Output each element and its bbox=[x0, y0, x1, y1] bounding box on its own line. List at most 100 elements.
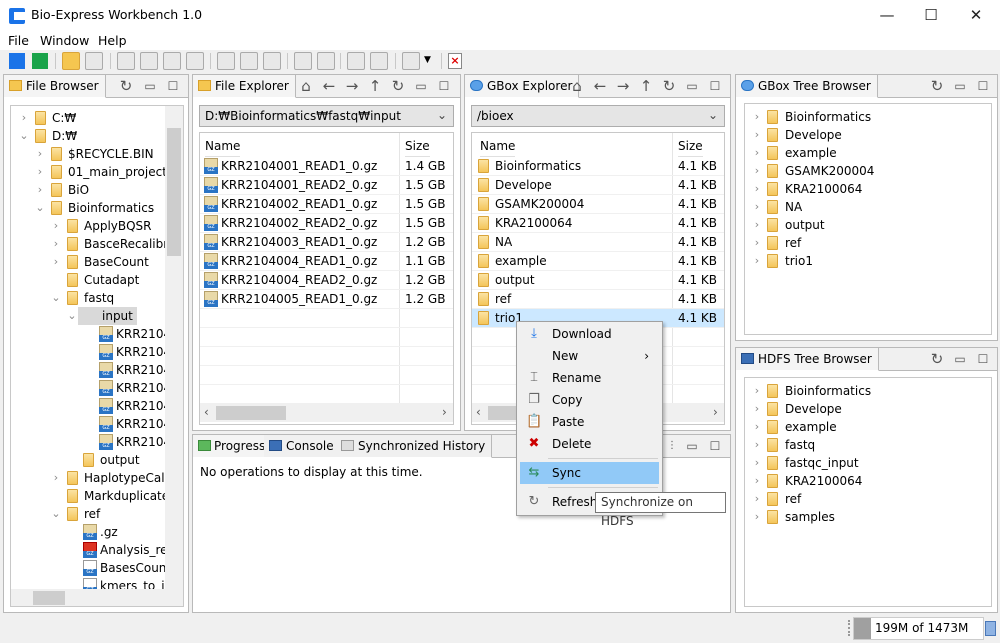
view-menu-icon[interactable]: ⋮ bbox=[663, 437, 681, 455]
chevron-right-icon[interactable]: › bbox=[51, 235, 61, 253]
chevron-right-icon[interactable]: › bbox=[35, 145, 45, 163]
table-row[interactable]: GSAMK200004 4.1 KB bbox=[472, 195, 724, 214]
table-row[interactable]: KRR2104001_READ2_0.gz 1.5 GB bbox=[200, 176, 453, 195]
tree-item[interactable]: ⌄ fastq bbox=[11, 289, 171, 307]
tree-item[interactable]: › fastq bbox=[745, 436, 985, 454]
table-row[interactable]: KRR2104004_READ2_0.gz 1.2 GB bbox=[200, 271, 453, 290]
scroll-right-icon[interactable]: › bbox=[713, 405, 718, 419]
tree-item[interactable]: ⌄ Bioinformatics bbox=[11, 199, 171, 217]
menu-window[interactable]: Window bbox=[40, 33, 89, 48]
chevron-down-icon[interactable]: ⌄ bbox=[35, 199, 45, 217]
garbage-collect-icon[interactable] bbox=[985, 621, 996, 636]
maximize-panel-icon[interactable]: ☐ bbox=[706, 77, 724, 95]
tree-item[interactable]: › samples bbox=[745, 508, 985, 526]
edit-project-icon[interactable] bbox=[85, 52, 103, 70]
bioexpress-icon[interactable] bbox=[9, 53, 25, 69]
maximize-panel-icon[interactable]: ☐ bbox=[706, 437, 724, 455]
table-row[interactable]: KRR2104001_READ1_0.gz 1.4 GB bbox=[200, 157, 453, 176]
chevron-down-icon[interactable]: ⌄ bbox=[51, 289, 61, 307]
table-row[interactable]: KRR2104004_READ1_0.gz 1.1 GB bbox=[200, 252, 453, 271]
export-icon[interactable] bbox=[186, 52, 204, 70]
tree-item[interactable]: › trio1 bbox=[745, 252, 985, 270]
back-icon[interactable]: ← bbox=[591, 77, 609, 95]
chevron-right-icon[interactable]: › bbox=[752, 472, 762, 490]
minimize-panel-icon[interactable]: ▭ bbox=[951, 77, 969, 95]
path-combo[interactable]: /bioex ⌄ bbox=[471, 105, 725, 127]
tree-item[interactable]: › Bioinformatics bbox=[745, 108, 985, 126]
tree-item[interactable]: › example bbox=[745, 418, 985, 436]
tab-file-explorer[interactable]: File Explorer bbox=[193, 75, 296, 98]
chevron-right-icon[interactable]: › bbox=[51, 217, 61, 235]
scroll-right-icon[interactable]: › bbox=[442, 405, 447, 419]
tree-item[interactable]: › KRA2100064 bbox=[745, 180, 985, 198]
tree-item[interactable]: BasesCount bbox=[11, 559, 171, 577]
table-row[interactable]: NA 4.1 KB bbox=[472, 233, 724, 252]
tree-item[interactable]: › BiO bbox=[11, 181, 171, 199]
menu-item-rename[interactable]: ⌶ Rename bbox=[520, 367, 659, 389]
tree-item[interactable]: › 01_main_project bbox=[11, 163, 171, 181]
path-combo[interactable]: D:₩Bioinformatics₩fastq₩input ⌄ bbox=[199, 105, 454, 127]
tree-item[interactable]: › ref bbox=[745, 490, 985, 508]
chevron-right-icon[interactable]: › bbox=[752, 234, 762, 252]
menu-item-copy[interactable]: ❐ Copy bbox=[520, 389, 659, 411]
windows-icon[interactable] bbox=[402, 52, 420, 70]
home-icon[interactable]: ⌂ bbox=[297, 77, 315, 95]
tree-item[interactable]: ⌄ input bbox=[11, 307, 171, 325]
tree-item[interactable]: KRR2104 bbox=[11, 325, 171, 343]
menu-item-sync[interactable]: ⇆ Sync bbox=[520, 462, 659, 484]
tree-item[interactable]: KRR2104 bbox=[11, 379, 171, 397]
chevron-right-icon[interactable]: › bbox=[752, 436, 762, 454]
share-icon[interactable] bbox=[163, 52, 181, 70]
chevron-right-icon[interactable]: › bbox=[51, 469, 61, 487]
minimize-panel-icon[interactable]: ▭ bbox=[683, 77, 701, 95]
menu-help[interactable]: Help bbox=[98, 33, 127, 48]
tree-item[interactable]: Analysis_rep bbox=[11, 541, 175, 559]
table-row[interactable]: KRR2104002_READ2_0.gz 1.5 GB bbox=[200, 214, 453, 233]
chevron-right-icon[interactable]: › bbox=[752, 382, 762, 400]
forward-icon[interactable]: → bbox=[614, 77, 632, 95]
add-node-icon[interactable] bbox=[117, 52, 135, 70]
maximize-panel-icon[interactable]: ☐ bbox=[974, 350, 992, 368]
chevron-right-icon[interactable]: › bbox=[752, 126, 762, 144]
refresh-icon[interactable]: ↻ bbox=[389, 77, 407, 95]
maximize-panel-icon[interactable]: ☐ bbox=[974, 77, 992, 95]
column-header-size[interactable]: Size bbox=[678, 135, 703, 157]
tree-item[interactable]: output bbox=[11, 451, 171, 469]
tree-item[interactable]: Cutadapt bbox=[11, 271, 171, 289]
chevron-right-icon[interactable]: › bbox=[35, 181, 45, 199]
edit-node-icon[interactable] bbox=[140, 52, 158, 70]
maximize-button[interactable]: ☐ bbox=[920, 4, 942, 26]
run-icon[interactable] bbox=[263, 52, 281, 70]
tab-gbox-explorer[interactable]: GBox Explorer bbox=[465, 75, 580, 98]
tree-item[interactable]: › $RECYCLE.BIN bbox=[11, 145, 171, 163]
horizontal-scrollbar[interactable]: ‹ › bbox=[200, 404, 453, 422]
menu-item-new[interactable]: New › bbox=[520, 345, 659, 367]
chevron-down-icon[interactable]: ⌄ bbox=[51, 505, 61, 523]
chevron-right-icon[interactable]: › bbox=[752, 144, 762, 162]
refresh-icon[interactable]: ↻ bbox=[928, 77, 946, 95]
edit-file-icon[interactable] bbox=[370, 52, 388, 70]
scroll-left-icon[interactable]: ‹ bbox=[204, 405, 209, 419]
tree-item[interactable]: ⌄ ref bbox=[11, 505, 171, 523]
tree-item[interactable]: ⌄ D:₩ bbox=[11, 127, 171, 145]
menu-item-delete[interactable]: ✖ Delete bbox=[520, 433, 659, 455]
column-header-name[interactable]: Name bbox=[205, 135, 241, 157]
tree-item[interactable]: › BasceRecalibra bbox=[11, 235, 176, 253]
chevron-right-icon[interactable]: › bbox=[752, 216, 762, 234]
chevron-right-icon[interactable]: › bbox=[752, 400, 762, 418]
refresh-icon[interactable]: ↻ bbox=[660, 77, 678, 95]
tree-item[interactable]: › output bbox=[745, 216, 985, 234]
table-row[interactable]: ref 4.1 KB bbox=[472, 290, 724, 309]
maximize-panel-icon[interactable]: ☐ bbox=[435, 77, 453, 95]
table-row[interactable]: KRA2100064 4.1 KB bbox=[472, 214, 724, 233]
tree-item[interactable]: › C:₩ bbox=[11, 109, 171, 127]
table-row[interactable]: example 4.1 KB bbox=[472, 252, 724, 271]
menu-item-download[interactable]: ⤓ Download bbox=[520, 323, 659, 345]
chevron-down-icon[interactable]: ▼ bbox=[424, 55, 431, 65]
refresh-icon[interactable]: ↻ bbox=[928, 350, 946, 368]
chevron-down-icon[interactable]: ⌄ bbox=[19, 127, 29, 145]
tree-item[interactable]: › BaseCount bbox=[11, 253, 171, 271]
tree-item[interactable]: KRR2104 bbox=[11, 343, 171, 361]
forward-icon[interactable]: → bbox=[343, 77, 361, 95]
tree-item[interactable]: › KRA2100064 bbox=[745, 472, 985, 490]
